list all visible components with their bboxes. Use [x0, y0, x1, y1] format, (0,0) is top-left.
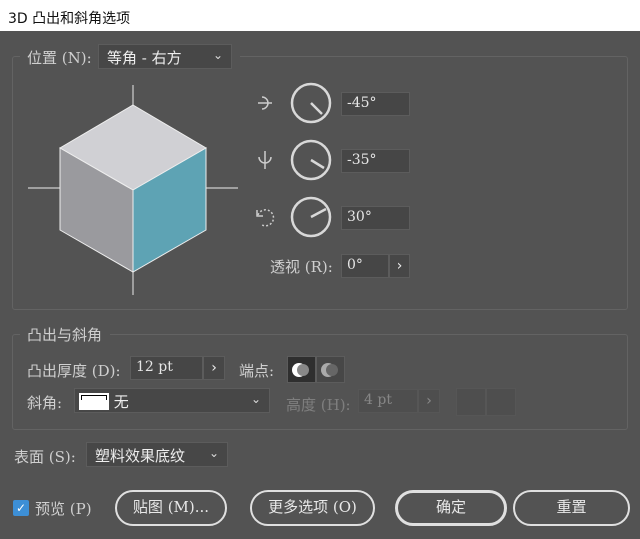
rotate-z-icon [256, 209, 275, 227]
dialog-title: 3D 凸出和斜角选项 [8, 11, 131, 27]
bevel-height-input[interactable]: 4 pt [358, 389, 418, 413]
preview-checkbox[interactable]: ✓ [13, 500, 29, 516]
preview-label[interactable]: 预览 (P) [35, 498, 92, 519]
rotate-y-dial[interactable] [289, 138, 333, 182]
chevron-down-icon: ⌄ [250, 392, 261, 406]
more-options-button[interactable]: 更多选项 (O) [250, 490, 375, 526]
chevron-down-icon: ⌄ [212, 48, 223, 62]
surface-value: 塑料效果底纹 [95, 447, 186, 465]
bevel-label: 斜角: [27, 394, 63, 412]
rotate-y-icon [258, 151, 272, 169]
extrude-group-label: 凸出与斜角 [27, 326, 103, 344]
rotate-z-input[interactable]: 30° [341, 206, 410, 230]
bevel-value: 无 [113, 393, 129, 411]
cap-on-button[interactable] [287, 356, 316, 383]
bevel-out-button[interactable] [456, 388, 486, 416]
surface-label: 表面 (S): [14, 448, 76, 466]
position-dropdown[interactable]: 等角 - 右方 ⌄ [98, 44, 232, 69]
extrude-depth-label: 凸出厚度 (D): [27, 362, 121, 380]
perspective-label: 透视 (R): [270, 258, 333, 276]
cap-off-button[interactable] [316, 356, 345, 383]
extrude-depth-input[interactable]: 12 pt [130, 356, 203, 380]
chevron-down-icon: ⌄ [208, 446, 219, 460]
bevel-height-slider-button[interactable]: › [418, 389, 440, 413]
cube-preview[interactable] [20, 80, 250, 300]
ok-button[interactable]: 确定 [395, 490, 507, 526]
rotate-x-icon [258, 96, 272, 110]
bevel-height-label: 高度 (H): [286, 396, 351, 414]
extrude-depth-slider-button[interactable]: › [203, 356, 225, 380]
title-bar: 3D 凸出和斜角选项 [0, 0, 640, 31]
perspective-slider-button[interactable]: › [389, 254, 410, 278]
reset-button[interactable]: 重置 [513, 490, 630, 526]
cap-label: 端点: [239, 362, 275, 380]
rotate-z-dial[interactable] [289, 195, 333, 239]
bevel-in-button[interactable] [486, 388, 516, 416]
rotate-x-input[interactable]: -45° [341, 92, 410, 116]
map-art-button[interactable]: 贴图 (M)... [115, 490, 227, 526]
position-value: 等角 - 右方 [107, 49, 182, 67]
position-label: 位置 (N): [27, 49, 92, 67]
rotate-y-input[interactable]: -35° [341, 149, 410, 173]
perspective-input[interactable]: 0° [341, 254, 389, 278]
bevel-dropdown[interactable]: 无 ⌄ [74, 388, 270, 413]
surface-dropdown[interactable]: 塑料效果底纹 ⌄ [86, 442, 228, 467]
bevel-swatch [79, 393, 109, 410]
rotate-x-dial[interactable] [289, 81, 333, 125]
